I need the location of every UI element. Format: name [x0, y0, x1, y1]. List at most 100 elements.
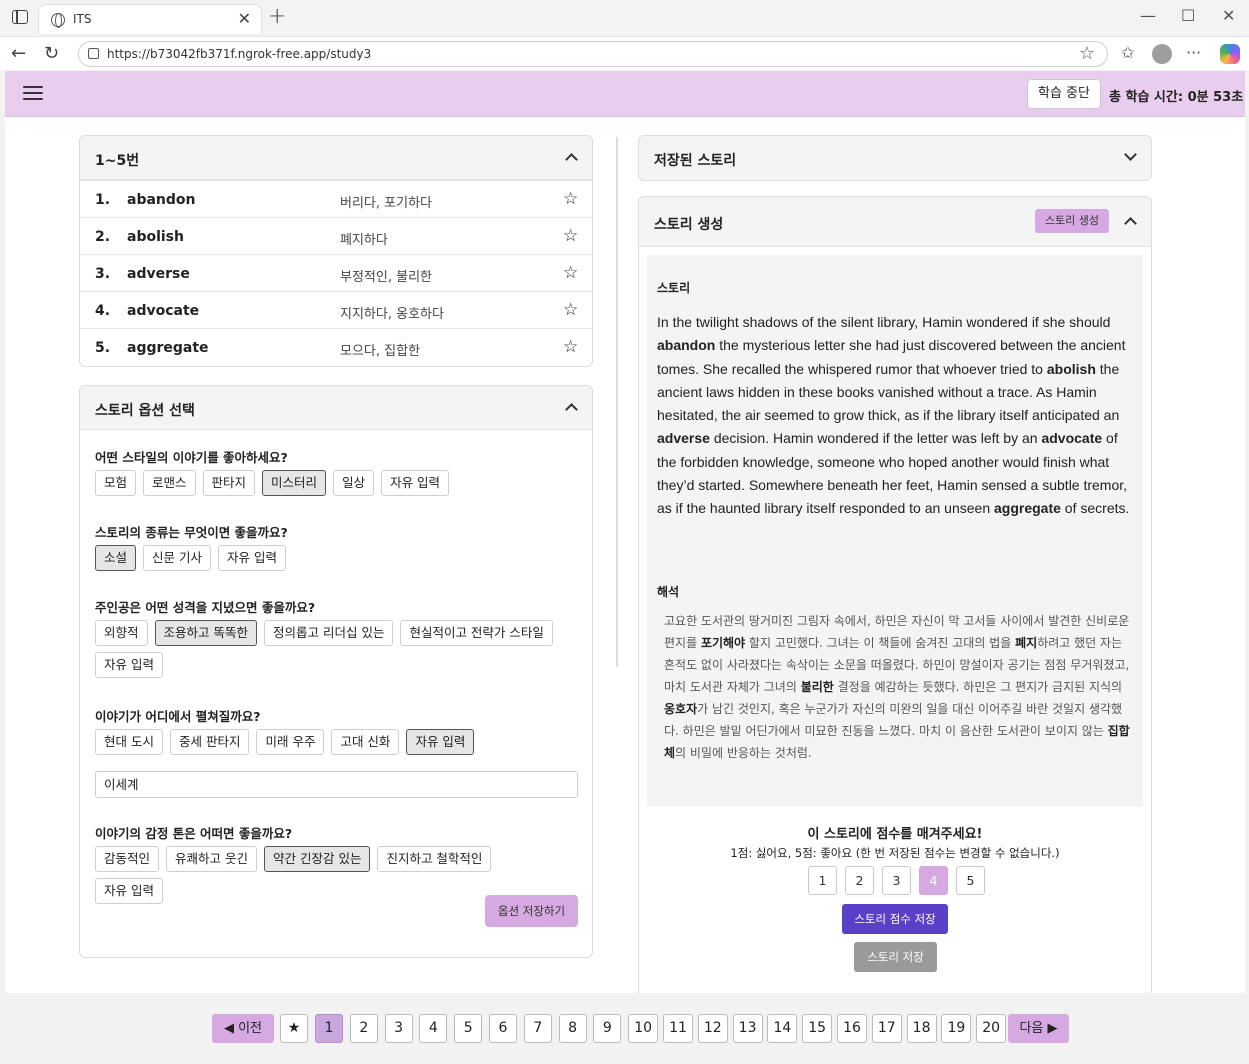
next-page-button[interactable]: 다음 ▶ — [1008, 1014, 1069, 1043]
profile-avatar[interactable] — [1152, 44, 1172, 64]
page-number-button[interactable]: 5 — [454, 1014, 483, 1043]
personality-option[interactable]: 자유 입력 — [95, 652, 163, 678]
favorites-icon[interactable]: ✩ — [1121, 43, 1134, 62]
page-number-button[interactable]: 20 — [976, 1014, 1007, 1043]
menu-icon[interactable] — [23, 86, 43, 102]
reload-icon[interactable]: ↻ — [44, 43, 59, 64]
new-tab-icon[interactable]: + — [268, 4, 286, 29]
browser-tab[interactable]: ITS ✕ — [38, 4, 262, 34]
site-info-icon[interactable] — [88, 48, 99, 59]
style-option[interactable]: 판타지 — [202, 470, 256, 496]
style-option[interactable]: 자유 입력 — [381, 470, 450, 496]
story-label: 스토리 — [657, 281, 691, 295]
stop-study-button[interactable]: 학습 중단 — [1027, 79, 1101, 109]
generate-story-button[interactable]: 스토리 생성 — [1034, 209, 1109, 233]
prev-page-button[interactable]: ◀ 이전 — [212, 1014, 274, 1043]
column-divider — [616, 137, 618, 667]
tone-option[interactable]: 자유 입력 — [95, 878, 163, 904]
url-text[interactable]: https://b73042fb371f.ngrok-free.app/stud… — [107, 47, 371, 61]
setting-option[interactable]: 미래 우주 — [256, 729, 325, 755]
page-number-button[interactable]: 10 — [628, 1014, 659, 1043]
star-icon[interactable]: ☆ — [563, 300, 578, 320]
tone-option[interactable]: 진지하고 철학적인 — [377, 846, 492, 872]
setting-free-input[interactable]: 이세계 — [95, 771, 578, 798]
style-option[interactable]: 모험 — [95, 470, 137, 496]
type-option-selected[interactable]: 소설 — [95, 545, 137, 571]
chevron-up-icon[interactable] — [565, 153, 578, 166]
page-number-button[interactable]: 1 — [315, 1014, 343, 1043]
type-option[interactable]: 자유 입력 — [218, 545, 286, 571]
story-options-header[interactable]: 스토리 옵션 선택 — [80, 386, 592, 430]
page-number-button[interactable]: 17 — [871, 1014, 902, 1043]
page-number-button[interactable]: 11 — [663, 1014, 693, 1043]
favorites-page-button[interactable]: ★ — [280, 1014, 308, 1043]
personality-option[interactable]: 정의롭고 리더십 있는 — [264, 620, 394, 646]
page-number-button[interactable]: 6 — [489, 1014, 517, 1043]
chevron-up-icon[interactable] — [1124, 217, 1137, 230]
page-number-button[interactable]: 18 — [906, 1014, 937, 1043]
translation-label: 해석 — [657, 585, 680, 599]
word-korean: 부정적인, 불리한 — [340, 270, 432, 285]
setting-option[interactable]: 고대 신화 — [331, 729, 400, 755]
tone-option[interactable]: 감동적인 — [95, 846, 160, 872]
score-button[interactable]: 2 — [845, 866, 874, 895]
address-bar[interactable]: https://b73042fb371f.ngrok-free.app/stud… — [78, 41, 1108, 67]
saved-stories-header[interactable]: 저장된 스토리 — [639, 136, 1151, 180]
personality-options: 외향적 조용하고 똑똑한 정의롭고 리더십 있는 현실적이고 전략가 스타일 자… — [95, 620, 565, 678]
chevron-down-icon[interactable] — [1124, 148, 1137, 161]
page-number-button[interactable]: 8 — [558, 1014, 587, 1043]
save-story-button[interactable]: 스토리 저장 — [854, 942, 937, 972]
copilot-icon[interactable] — [1220, 44, 1240, 64]
close-tab-icon[interactable]: ✕ — [238, 9, 251, 28]
back-icon[interactable]: ← — [11, 43, 26, 64]
tone-option-selected[interactable]: 약간 긴장감 있는 — [264, 846, 371, 872]
page-number-button[interactable]: 7 — [523, 1014, 552, 1043]
minimize-icon[interactable]: — — [1140, 6, 1156, 25]
star-icon[interactable]: ☆ — [563, 337, 578, 357]
tone-option[interactable]: 유쾌하고 웃긴 — [166, 846, 257, 872]
style-option-selected[interactable]: 미스터리 — [262, 470, 327, 496]
save-options-button[interactable]: 옵션 저장하기 — [485, 895, 578, 927]
setting-option[interactable]: 현대 도시 — [95, 729, 163, 755]
close-window-icon[interactable]: ✕ — [1222, 6, 1235, 25]
word-list-header[interactable]: 1~5번 — [80, 136, 592, 180]
maximize-icon[interactable]: ☐ — [1181, 6, 1195, 25]
score-button[interactable]: 3 — [882, 866, 911, 895]
favorite-star-icon[interactable]: ☆ — [1079, 43, 1095, 64]
score-button[interactable]: 5 — [956, 866, 985, 895]
star-icon[interactable]: ☆ — [563, 226, 578, 246]
personality-option-selected[interactable]: 조용하고 똑똑한 — [154, 620, 257, 646]
page-number-button[interactable]: 16 — [837, 1014, 867, 1043]
word-english: abandon — [127, 192, 196, 208]
page-number-button[interactable]: 14 — [767, 1014, 798, 1043]
score-button[interactable]: 1 — [808, 866, 837, 895]
setting-option-selected[interactable]: 자유 입력 — [406, 729, 475, 755]
page-number-button[interactable]: 12 — [697, 1014, 728, 1043]
page-number-button[interactable]: 15 — [802, 1014, 833, 1043]
type-option[interactable]: 신문 기사 — [143, 545, 211, 571]
style-option[interactable]: 로맨스 — [143, 470, 196, 496]
star-icon[interactable]: ☆ — [563, 189, 578, 209]
page-number-button[interactable]: 9 — [593, 1014, 622, 1043]
personality-option[interactable]: 현실적이고 전략가 스타일 — [400, 620, 553, 646]
type-options: 소설 신문 기사 자유 입력 — [95, 545, 565, 571]
score-button-selected[interactable]: 4 — [919, 866, 948, 895]
word-row: 2. abolish 폐지하다 ☆ — [80, 217, 592, 254]
story-text: In the twilight shadows of the silent li… — [657, 314, 1130, 517]
sidebar-toggle-icon[interactable] — [12, 10, 28, 24]
save-score-button[interactable]: 스토리 점수 저장 — [842, 904, 948, 934]
star-icon[interactable]: ☆ — [563, 263, 578, 283]
more-menu-icon[interactable]: ··· — [1186, 43, 1201, 62]
page-number-button[interactable]: 3 — [384, 1014, 413, 1043]
page-number-button[interactable]: 13 — [732, 1014, 763, 1043]
rating-title: 이 스토리에 점수를 매겨주세요! — [807, 827, 983, 842]
setting-option[interactable]: 중세 판타지 — [169, 729, 250, 755]
chevron-up-icon[interactable] — [565, 403, 578, 416]
story-generation-header: 스토리 생성 스토리 생성 — [639, 197, 1151, 247]
style-option[interactable]: 일상 — [333, 470, 375, 496]
personality-option[interactable]: 외향적 — [95, 620, 148, 646]
page-number-button[interactable]: 2 — [349, 1014, 378, 1043]
score-buttons: 1 2 3 4 5 — [808, 866, 985, 895]
page-number-button[interactable]: 19 — [941, 1014, 972, 1043]
page-number-button[interactable]: 4 — [419, 1014, 448, 1043]
